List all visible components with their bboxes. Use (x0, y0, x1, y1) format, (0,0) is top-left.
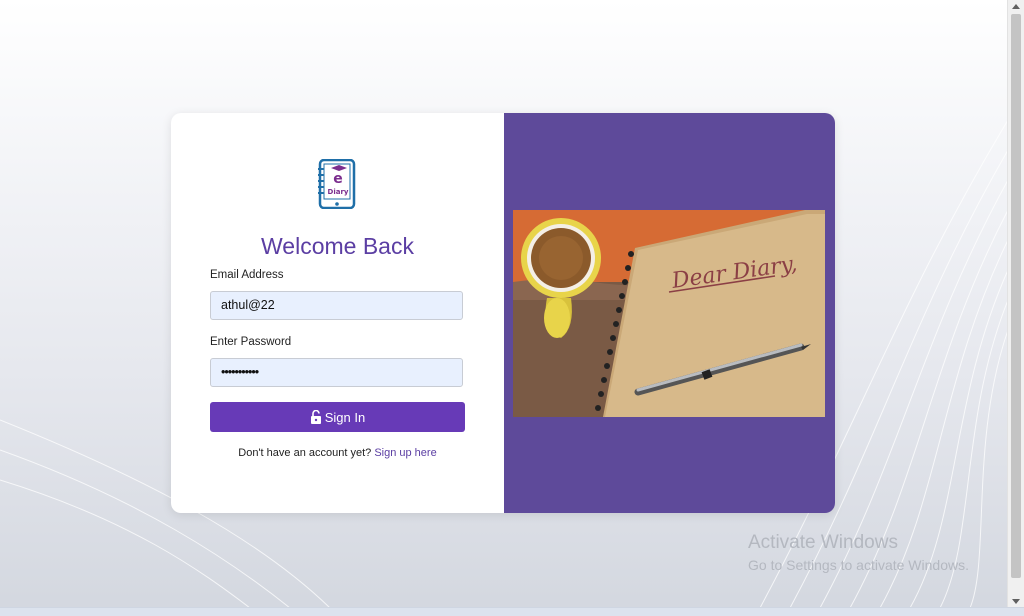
scroll-down-icon[interactable] (1012, 599, 1020, 604)
horizontal-scrollbar[interactable] (0, 607, 1024, 616)
page-title: Welcome Back (261, 233, 414, 259)
scroll-up-icon[interactable] (1012, 4, 1020, 9)
password-field[interactable]: ••••••••••• (210, 358, 463, 387)
email-field[interactable]: athul@22 (210, 291, 463, 320)
image-panel: Dear Diary, (504, 113, 835, 513)
sign-in-label: Sign In (324, 409, 366, 425)
password-label: Enter Password (210, 336, 292, 348)
scroll-thumb[interactable] (1011, 14, 1021, 578)
sign-in-button[interactable]: Sign In (210, 402, 465, 432)
email-label: Email Address (210, 269, 284, 281)
vertical-scrollbar[interactable] (1007, 0, 1024, 608)
watermark-title: Activate Windows (748, 532, 898, 553)
svg-text:Diary: Diary (328, 188, 349, 196)
signup-row: Don't have an account yet? Sign up here (171, 447, 504, 459)
activate-windows-watermark: Activate Windows Go to Settings to activ… (748, 532, 969, 573)
unlock-icon (310, 410, 321, 424)
signup-prompt: Don't have an account yet? (238, 447, 372, 459)
svg-text:e: e (333, 171, 343, 187)
logo-icon: e Diary (318, 159, 356, 209)
login-card: e Diary Welcome Back Email Address athul… (171, 113, 835, 513)
diary-photo: Dear Diary, (513, 210, 825, 417)
login-form-panel: e Diary Welcome Back Email Address athul… (171, 113, 504, 513)
signup-link[interactable]: Sign up here (374, 447, 436, 459)
watermark-subtitle: Go to Settings to activate Windows. (748, 557, 969, 573)
